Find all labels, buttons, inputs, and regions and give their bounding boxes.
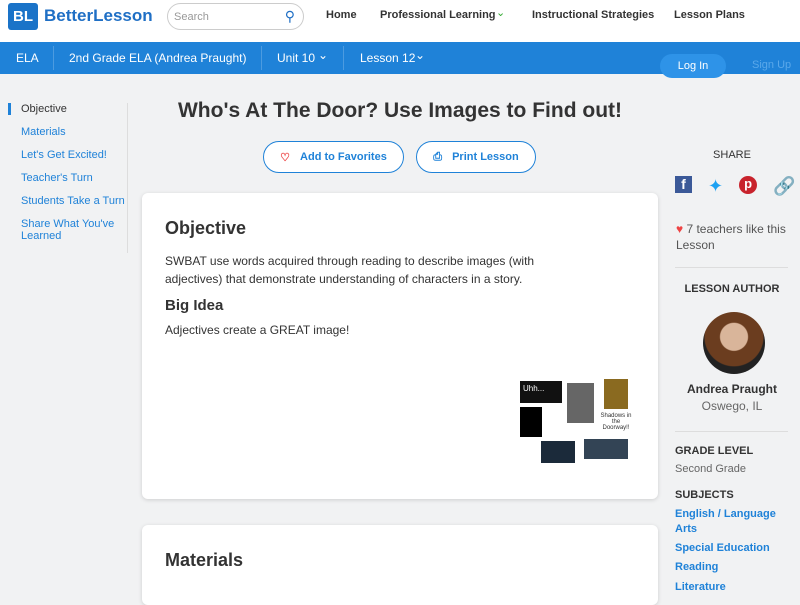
objective-card: Objective SWBAT use words acquired throu… — [142, 193, 658, 499]
nav-home[interactable]: Home — [326, 9, 357, 21]
big-idea-heading: Big Idea — [165, 297, 224, 314]
page-title: Who's At The Door? Use Images to Find ou… — [177, 99, 623, 122]
chevron-down-icon[interactable]: ⌄ — [415, 48, 425, 62]
divider — [53, 46, 54, 70]
section-nav: Objective Materials Let's Get Excited! T… — [8, 103, 128, 253]
subject-link[interactable]: Literature — [675, 581, 800, 593]
author-avatar[interactable] — [703, 312, 765, 374]
twitter-icon[interactable]: ✦ — [708, 176, 723, 197]
signup-link[interactable]: Sign Up — [752, 59, 791, 71]
likes-count: ♥ 7 teachers like this Lesson — [676, 221, 794, 253]
divider — [261, 46, 262, 70]
subject-link[interactable]: English / Language Arts — [675, 507, 785, 537]
heart-icon: ♥ — [676, 222, 687, 236]
divider — [675, 431, 788, 432]
pinterest-icon[interactable]: p — [739, 176, 758, 194]
author-location: Oswego, IL — [701, 399, 763, 413]
add-to-favorites-button[interactable]: ♡ Add to Favorites — [263, 141, 404, 173]
logo[interactable]: BL — [8, 3, 38, 30]
objective-heading: Objective — [165, 218, 247, 238]
materials-card: Materials — [142, 525, 658, 605]
divider — [675, 267, 788, 268]
heart-icon: ♡ — [280, 151, 291, 164]
section-link-students-turn[interactable]: Students Take a Turn — [8, 195, 127, 207]
link-icon[interactable]: 🔗 — [773, 176, 795, 197]
image-caption: Shadows in the Doorway!! — [600, 413, 632, 431]
section-link-excited[interactable]: Let's Get Excited! — [8, 149, 127, 161]
print-lesson-button[interactable]: ⎙ Print Lesson — [416, 141, 536, 173]
favorite-label: Add to Favorites — [300, 151, 387, 163]
subject-link[interactable]: Reading — [675, 561, 800, 573]
section-link-share[interactable]: Share What You've Learned — [8, 218, 127, 242]
section-link-objective[interactable]: Objective — [8, 103, 127, 115]
login-button[interactable]: Log In — [660, 54, 726, 78]
grade-level: Second Grade — [675, 463, 746, 475]
grade-level-label: GRADE LEVEL — [675, 445, 754, 457]
section-link-materials[interactable]: Materials — [8, 126, 127, 138]
subjects-label: SUBJECTS — [675, 489, 734, 501]
subject-link[interactable]: Special Education — [675, 542, 800, 554]
materials-heading: Materials — [165, 550, 244, 570]
chevron-down-icon[interactable]: ⌄ — [318, 48, 328, 62]
big-idea-text: Adjectives create a GREAT image! — [165, 323, 350, 337]
search-input[interactable]: Search ⚲ — [167, 3, 304, 30]
print-label: Print Lesson — [452, 151, 519, 163]
divider — [343, 46, 344, 70]
nav-instructional-strategies[interactable]: Instructional Strategies — [532, 9, 654, 21]
crumb-lesson[interactable]: Lesson 12 — [360, 51, 415, 65]
author-name[interactable]: Andrea Praught — [672, 382, 792, 396]
section-link-teachers-turn[interactable]: Teacher's Turn — [8, 172, 127, 184]
search-icon[interactable]: ⚲ — [285, 8, 295, 25]
top-nav: BL BetterLesson Search ⚲ Home Professiona… — [0, 0, 800, 42]
image-caption: Uhh... — [520, 381, 562, 403]
brand-name[interactable]: BetterLesson — [44, 6, 153, 26]
facebook-icon[interactable]: f — [675, 176, 692, 193]
search-placeholder: Search — [174, 10, 209, 23]
author-label: LESSON AUTHOR — [684, 283, 780, 295]
crumb-unit[interactable]: Unit 10 — [277, 51, 315, 65]
big-idea-image[interactable]: Uhh... Shadows in the Doorway!! — [520, 378, 632, 464]
likes-text: 7 teachers like this Lesson — [676, 222, 786, 252]
printer-icon: ⎙ — [433, 150, 443, 163]
crumb-course[interactable]: 2nd Grade ELA (Andrea Praught) — [69, 51, 246, 65]
share-label: SHARE — [713, 149, 751, 161]
nav-professional-learning[interactable]: Professional Learning — [380, 9, 496, 21]
chevron-down-icon[interactable]: ⌄ — [496, 6, 505, 19]
nav-lesson-plans[interactable]: Lesson Plans — [674, 9, 745, 21]
objective-text: SWBAT use words acquired through reading… — [165, 254, 535, 286]
crumb-subject[interactable]: ELA — [16, 51, 39, 65]
